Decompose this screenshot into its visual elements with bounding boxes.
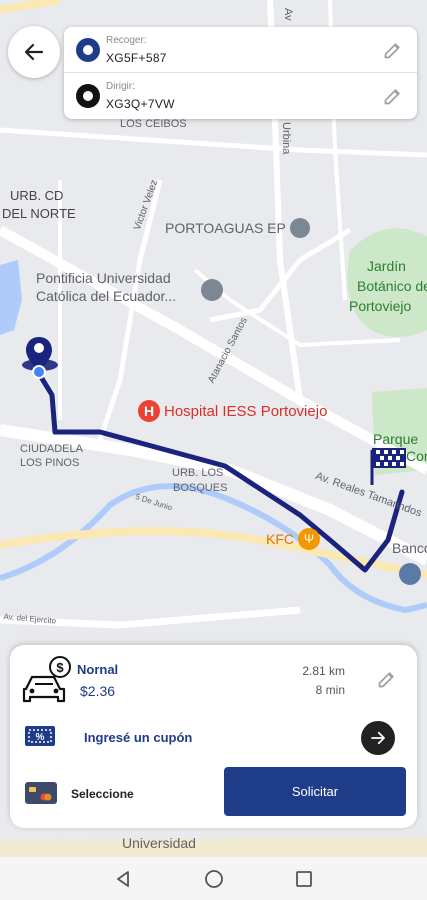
- system-navbar: [0, 857, 427, 900]
- map-label-urb-los-1: URB. LOS: [172, 467, 224, 479]
- payment-method-selector[interactable]: Seleccione: [71, 787, 134, 801]
- pickup-label: Recoger:: [106, 35, 147, 46]
- map-label-los-ceibos: LOS CEIBOS: [120, 118, 187, 130]
- credit-card-icon: [25, 782, 57, 804]
- service-name: Nornal: [77, 662, 119, 677]
- map-label-ciudadela-1: CIUDADELA: [20, 443, 83, 455]
- trip-distance: 2.81 km: [302, 664, 345, 678]
- pencil-icon[interactable]: [383, 40, 403, 60]
- school-icon: [201, 279, 223, 301]
- map-label-parque-2: Con: [406, 448, 427, 464]
- map-label-urb-los-2: BOSQUES: [173, 482, 228, 494]
- coupon-icon: %: [25, 726, 55, 746]
- dropoff-label: Dirigir:: [106, 81, 135, 92]
- map-label-ciudadela-2: LOS PINOS: [20, 457, 80, 469]
- nav-back-button[interactable]: [111, 867, 135, 891]
- address-card: Recoger: XG5F+587 Dirigir: XG3Q+7VW: [64, 27, 417, 119]
- restaurant-icon: Ψ: [298, 528, 320, 550]
- pickup-row[interactable]: Recoger: XG5F+587: [64, 27, 417, 73]
- arrow-right-icon: [371, 731, 385, 745]
- map-label-del-norte: DEL NORTE: [2, 206, 76, 221]
- dropoff-dot-icon: [76, 84, 100, 108]
- arrow-left-icon: [24, 43, 44, 61]
- map-label-urbina: Urbina: [280, 122, 292, 155]
- nav-back-icon: [117, 871, 129, 887]
- dropoff-row[interactable]: Dirigir: XG3Q+7VW: [64, 73, 417, 119]
- nav-home-button[interactable]: [202, 867, 226, 891]
- car-money-icon: $: [22, 656, 71, 703]
- hospital-icon: H: [138, 400, 160, 422]
- map-label-urb-cd: URB. CD: [10, 188, 64, 203]
- poi-portoaguas[interactable]: PORTOAGUAS EP: [165, 218, 310, 238]
- poi-pontificia-label-2: Católica del Ecuador...: [36, 288, 177, 304]
- map-label-banco: Banco: [392, 540, 427, 556]
- coupon-apply-button[interactable]: [361, 721, 395, 755]
- map-label-jardin-3: Portoviejo: [349, 298, 412, 314]
- poi-hospital[interactable]: H Hospital IESS Portoviejo: [138, 400, 327, 422]
- poi-pontificia[interactable]: Pontificia Universidad Católica del Ecua…: [36, 270, 176, 304]
- request-button[interactable]: Solicitar: [224, 767, 406, 816]
- building-icon: [289, 218, 310, 238]
- trip-duration: 8 min: [315, 683, 345, 697]
- trip-summary-card: $ Nornal $2.36 2.81 km 8 min % Ingresé u…: [10, 645, 417, 828]
- pickup-dot-icon: [76, 38, 100, 62]
- pencil-icon[interactable]: [377, 669, 397, 689]
- nav-recents-icon: [296, 871, 312, 887]
- poi-kfc[interactable]: KFC Ψ: [266, 528, 320, 550]
- map-label-parque-1: Parque: [373, 431, 419, 447]
- coupon-input[interactable]: Ingresé un cupón: [84, 730, 192, 745]
- poi-kfc-label: KFC: [266, 531, 294, 547]
- poi-hospital-label: Hospital IESS Portoviejo: [164, 402, 328, 420]
- bank-icon: [399, 563, 421, 585]
- svg-text:$: $: [56, 660, 64, 675]
- nav-recents-button[interactable]: [292, 867, 316, 891]
- pencil-icon[interactable]: [383, 86, 403, 106]
- poi-portoaguas-label: PORTOAGUAS EP: [165, 220, 286, 236]
- map-label-av: Av: [282, 8, 294, 21]
- map-label-jardin-2: Botánico de: [357, 278, 427, 294]
- pickup-value: XG5F+587: [106, 51, 167, 65]
- nav-home-icon: [205, 870, 223, 888]
- dropoff-value: XG3Q+7VW: [106, 97, 175, 111]
- service-price: $2.36: [80, 683, 116, 699]
- svg-text:%: %: [36, 732, 45, 743]
- back-button[interactable]: [8, 26, 60, 78]
- map-label-jardin-1: Jardín: [367, 258, 406, 274]
- map-label-universidad: Universidad: [122, 835, 196, 851]
- poi-pontificia-label-1: Pontificia Universidad: [36, 270, 171, 286]
